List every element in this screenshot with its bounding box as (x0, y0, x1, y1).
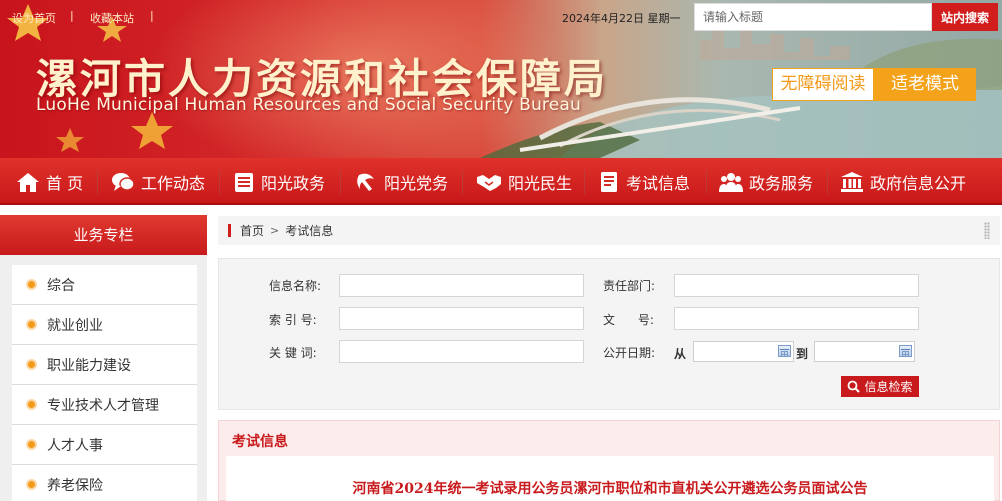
site-title-en: LuoHe Municipal Human Resources and Soci… (36, 95, 581, 115)
sidebar: 业务专栏 综合 就业创业 职业能力建设 专业技术人才管理 人才人事 养老保险 (0, 215, 207, 501)
nav-item-label: 阳光党务 (384, 173, 449, 193)
bullet-icon (26, 279, 37, 290)
people-group-icon (719, 172, 743, 192)
sidebar-item-label: 养老保险 (47, 477, 103, 494)
grip-dots-icon (984, 222, 990, 239)
top-separator: | (70, 9, 74, 22)
party-emblem-icon (357, 173, 374, 191)
main-nav: 首 页 工作动态 阳光政务 阳光党务 阳光民生 考试信息 政务服务 政府信息公开 (0, 158, 1002, 205)
index-number-input[interactable] (339, 307, 584, 330)
star-decoration (56, 128, 84, 152)
nav-item-label: 阳光政务 (261, 173, 326, 193)
sidebar-title: 业务专栏 (0, 215, 207, 255)
nav-divider (827, 170, 828, 194)
sidebar-item-general[interactable]: 综合 (12, 265, 197, 305)
top-bar: 设为首页 | 收藏本站 | 2024年4月22日 星期一 站内搜索 (0, 0, 1002, 32)
nav-divider (706, 170, 707, 194)
nav-divider (97, 170, 98, 194)
nav-item-label: 考试信息 (626, 173, 691, 193)
star-decoration (131, 112, 173, 149)
breadcrumb-separator: > (270, 224, 280, 237)
nav-item-label: 首 页 (46, 173, 84, 193)
magnifier-icon (848, 380, 861, 393)
exam-info-title: 考试信息 (232, 434, 288, 450)
sidebar-item-label: 综合 (47, 277, 75, 294)
sidebar-item-employment[interactable]: 就业创业 (12, 305, 197, 345)
document-list-icon (235, 172, 253, 192)
bullet-icon (26, 359, 37, 370)
bullet-icon (26, 399, 37, 410)
calendar-icon[interactable] (778, 345, 791, 357)
sidebar-list: 综合 就业创业 职业能力建设 专业技术人才管理 人才人事 养老保险 (12, 265, 197, 501)
info-search-button[interactable]: 信息检索 (841, 376, 919, 397)
exam-info-content: 河南省2024年统一考试录用公务员漯河市职位和市直机关公开遴选公务员面试公告 (226, 456, 994, 501)
nav-divider (340, 170, 341, 194)
accessibility-reading-button[interactable]: 无障碍阅读 (772, 68, 874, 101)
nav-item-home[interactable]: 首 页 (16, 158, 83, 205)
sidebar-item-label: 职业能力建设 (47, 357, 131, 374)
nav-item-work-news[interactable]: 工作动态 (111, 158, 205, 205)
site-search-button[interactable]: 站内搜索 (932, 3, 998, 31)
bookmark-link[interactable]: 收藏本站 (90, 10, 134, 26)
breadcrumb: 首页 > 考试信息 (218, 216, 1000, 245)
date-to-label: 到 (796, 347, 809, 361)
dept-input[interactable] (674, 274, 919, 297)
nav-divider (219, 170, 220, 194)
exam-info-panel: 考试信息 河南省2024年统一考试录用公务员漯河市职位和市直机关公开遴选公务员面… (218, 420, 1000, 501)
nav-item-livelihood[interactable]: 阳光民生 (476, 158, 572, 205)
sidebar-item-vocational-skills[interactable]: 职业能力建设 (12, 345, 197, 385)
sidebar-item-professional-talent[interactable]: 专业技术人才管理 (12, 385, 197, 425)
info-name-label: 信息名称: (269, 279, 322, 293)
top-separator: | (150, 9, 154, 22)
info-search-form: 信息名称: 责任部门: 索 引 号: 文 号: 关 键 词: 公开日期: 从 到… (218, 258, 1000, 410)
notice-title-link[interactable]: 河南省2024年统一考试录用公务员漯河市职位和市直机关公开遴选公务员面试公告 (226, 478, 994, 498)
nav-item-label: 政务服务 (749, 173, 814, 193)
elder-mode-button[interactable]: 适老模式 (874, 68, 976, 101)
sidebar-item-label: 专业技术人才管理 (47, 397, 159, 414)
bullet-icon (26, 439, 37, 450)
dept-label: 责任部门: (603, 279, 656, 293)
nav-item-label: 政府信息公开 (870, 173, 967, 193)
index-number-label: 索 引 号: (269, 313, 317, 327)
set-homepage-link[interactable]: 设为首页 (12, 10, 56, 26)
keyword-input[interactable] (339, 340, 584, 363)
government-building-icon (841, 171, 863, 192)
info-search-button-label: 信息检索 (864, 380, 913, 394)
nav-item-label: 阳光民生 (508, 173, 573, 193)
sidebar-item-label: 就业创业 (47, 317, 103, 334)
document-number-input[interactable] (674, 307, 919, 330)
home-icon (17, 172, 39, 192)
publish-date-label: 公开日期: (603, 346, 656, 360)
exam-paper-icon (601, 171, 617, 192)
handshake-icon (477, 174, 501, 191)
breadcrumb-home-link[interactable]: 首页 (240, 222, 264, 239)
breadcrumb-marker (228, 224, 231, 237)
sidebar-item-pension[interactable]: 养老保险 (12, 465, 197, 501)
nav-item-party-affairs[interactable]: 阳光党务 (354, 158, 448, 205)
date-from-label: 从 (674, 347, 687, 361)
sidebar-item-personnel[interactable]: 人才人事 (12, 425, 197, 465)
breadcrumb-current: 考试信息 (285, 224, 334, 238)
nav-item-label: 工作动态 (141, 173, 206, 193)
document-number-label: 文 号: (603, 313, 654, 327)
header-banner: 设为首页 | 收藏本站 | 2024年4月22日 星期一 站内搜索 漯河市人力资… (0, 0, 1002, 158)
info-name-input[interactable] (339, 274, 584, 297)
chat-icon (112, 172, 135, 191)
nav-item-government-info[interactable]: 政府信息公开 (840, 158, 966, 205)
nav-item-government-affairs[interactable]: 阳光政务 (233, 158, 325, 205)
date-text: 2024年4月22日 星期一 (562, 12, 681, 25)
nav-divider (462, 170, 463, 194)
sidebar-item-label: 人才人事 (47, 437, 103, 454)
keyword-label: 关 键 词: (269, 346, 317, 360)
calendar-icon[interactable] (899, 345, 912, 357)
bullet-icon (26, 479, 37, 490)
nav-item-exam-info[interactable]: 考试信息 (598, 158, 690, 205)
nav-divider (584, 170, 585, 194)
bullet-icon (26, 319, 37, 330)
nav-item-government-services[interactable]: 政务服务 (719, 158, 813, 205)
site-search-input[interactable] (694, 3, 932, 31)
